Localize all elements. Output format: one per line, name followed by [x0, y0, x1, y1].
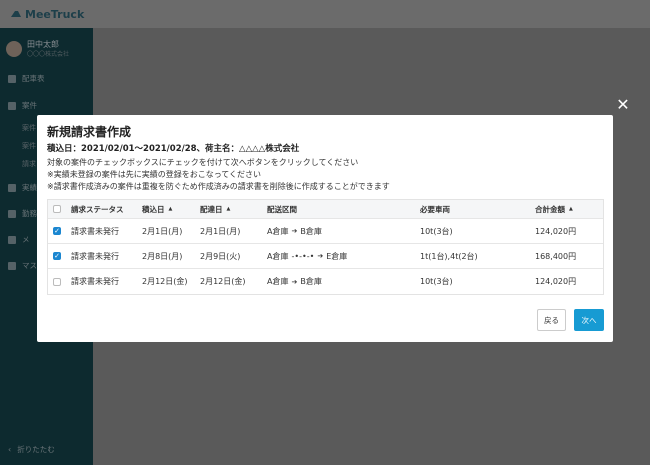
row-total: 124,020円: [535, 226, 577, 236]
header-label: 配達日: [200, 204, 223, 214]
modal-title: 新規請求書作成: [47, 125, 132, 139]
row-route: A倉庫 ➔ B倉庫: [267, 269, 322, 294]
collapse-sidebar-button[interactable]: ‹ 折りたたむ: [8, 444, 55, 455]
next-button[interactable]: 次へ: [574, 309, 604, 331]
row-vehicles: 10t(3台): [420, 226, 453, 236]
row-checkbox-cell: ✓: [53, 244, 61, 268]
sort-asc-icon: ▲: [168, 206, 173, 212]
row-route: A倉庫 ➔ B倉庫: [267, 219, 322, 243]
top-bar: MeeTruck: [0, 0, 650, 28]
select-all-cell: [53, 200, 61, 218]
sidebar-item-cases[interactable]: 案件: [8, 100, 37, 111]
row-total: 124,020円: [535, 277, 577, 286]
sidebar-item-message[interactable]: メ: [8, 234, 30, 245]
close-icon[interactable]: ✕: [614, 96, 632, 114]
sidebar-item-label: 案件: [22, 101, 37, 110]
header-delivery-date[interactable]: 配達日 ▲: [200, 200, 230, 218]
row-route: A倉庫 -•-•-• ➔ E倉庫: [267, 244, 347, 268]
row-delivery-date: 2月9日(火): [200, 251, 241, 261]
create-invoice-modal: 新規請求書作成 積込日：2021/02/01〜2021/02/28、荷主名：△△…: [37, 115, 613, 342]
route-waypoints: -•-•-•: [291, 251, 315, 261]
clock-icon: [8, 209, 16, 218]
header-label: 合計金額: [535, 204, 565, 214]
table-row: ✓ 請求書未発行 2月1日(月) 2月1日(月) A倉庫 ➔ B倉庫 10t(3…: [48, 219, 603, 244]
arrow-right-icon: ➔: [317, 252, 324, 260]
sidebar-item-label: 配車表: [22, 74, 45, 83]
collapse-label: 折りたたむ: [17, 445, 55, 454]
route-to: B倉庫: [300, 277, 322, 286]
header-vehicles: 必要車両: [420, 204, 450, 214]
select-all-checkbox[interactable]: [53, 205, 61, 213]
table-row: 請求書未発行 2月12日(金) 2月12日(金) A倉庫 ➔ B倉庫 10t(3…: [48, 269, 603, 294]
sidebar-item-results[interactable]: 実績: [8, 182, 37, 193]
route-from: A倉庫: [267, 226, 289, 236]
instruction-text: 対象の案件のチェックボックスにチェックを付けて次へボタンをクリックしてください: [47, 158, 359, 167]
route-to: B倉庫: [300, 226, 322, 236]
user-block[interactable]: 田中太郎 〇〇〇株式会社: [6, 40, 69, 58]
user-company: 〇〇〇株式会社: [27, 51, 70, 58]
note-text: ※請求書作成済みの案件は重複を防ぐため作成済みの請求書を削除後に作成することがで…: [47, 182, 390, 191]
row-checkbox-cell: [53, 269, 61, 294]
sidebar-item-label: メ: [22, 235, 30, 244]
row-checkbox-checked[interactable]: ✓: [53, 252, 61, 260]
row-vehicles: 1t(1台),4t(2台): [420, 251, 478, 261]
row-checkbox-unchecked[interactable]: [53, 277, 61, 286]
sidebar-item-master[interactable]: マス: [8, 260, 37, 271]
row-vehicles: 10t(3台): [420, 277, 453, 286]
truck-logo-icon: [11, 11, 21, 17]
back-button[interactable]: 戻る: [537, 309, 566, 331]
row-load-date: 2月12日(金): [142, 277, 188, 286]
header-status: 請求ステータス: [71, 204, 124, 214]
sidebar-item-label: 実績: [22, 183, 37, 192]
row-delivery-date: 2月12日(金): [200, 277, 246, 286]
row-status: 請求書未発行: [71, 251, 119, 261]
row-checkbox-cell: ✓: [53, 219, 61, 243]
case-table: 請求ステータス 積込日 ▲ 配達日 ▲ 配送区間 必要車両 合計金額 ▲ ✓ 請…: [47, 199, 604, 295]
row-total: 168,400円: [535, 251, 577, 261]
avatar: [6, 41, 22, 57]
row-load-date: 2月1日(月): [142, 226, 183, 236]
sidebar-item-label: マス: [22, 261, 37, 270]
header-label: 積込日: [142, 204, 165, 214]
row-status: 請求書未発行: [71, 277, 119, 286]
row-load-date: 2月8日(月): [142, 251, 183, 261]
row-checkbox-checked[interactable]: ✓: [53, 227, 61, 235]
user-name: 田中太郎: [27, 40, 59, 49]
row-status: 請求書未発行: [71, 226, 119, 236]
arrow-right-icon: ➔: [291, 227, 298, 235]
chevron-left-icon: ‹: [8, 445, 12, 454]
database-icon: [8, 261, 16, 270]
table-header: 請求ステータス 積込日 ▲ 配達日 ▲ 配送区間 必要車両 合計金額 ▲: [48, 200, 603, 219]
header-route: 配送区間: [267, 204, 297, 214]
route-from: A倉庫: [267, 251, 289, 261]
note-text: ※実績未登録の案件は先に実績の登録をおこなってください: [47, 170, 262, 179]
folder-icon: [8, 101, 16, 110]
route-from: A倉庫: [267, 277, 289, 286]
sort-asc-icon: ▲: [569, 206, 573, 212]
route-to: E倉庫: [326, 251, 348, 261]
logo-text: MeeTruck: [25, 7, 85, 21]
send-icon: [8, 235, 16, 244]
header-total[interactable]: 合計金額 ▲: [535, 200, 573, 218]
sidebar-subitem-1[interactable]: 案件: [22, 123, 36, 133]
table-row: ✓ 請求書未発行 2月8日(月) 2月9日(火) A倉庫 -•-•-• ➔ E倉…: [48, 244, 603, 269]
sidebar-subitem-2[interactable]: 案件: [22, 141, 36, 151]
arrow-right-icon: ➔: [291, 277, 298, 286]
sort-asc-icon: ▲: [226, 206, 231, 212]
app-logo: MeeTruck: [10, 6, 84, 22]
sidebar-item-work[interactable]: 勤務: [8, 208, 37, 219]
sidebar-subitem-3[interactable]: 請求: [22, 159, 36, 169]
header-load-date[interactable]: 積込日 ▲: [142, 200, 172, 218]
chart-icon: [8, 183, 16, 192]
sidebar-item-dispatch[interactable]: 配車表: [8, 73, 45, 84]
calendar-icon: [8, 74, 16, 83]
row-delivery-date: 2月1日(月): [200, 226, 241, 236]
sidebar-item-label: 勤務: [22, 209, 37, 218]
modal-meta: 積込日：2021/02/01〜2021/02/28、荷主名：△△△△株式会社: [47, 144, 300, 154]
